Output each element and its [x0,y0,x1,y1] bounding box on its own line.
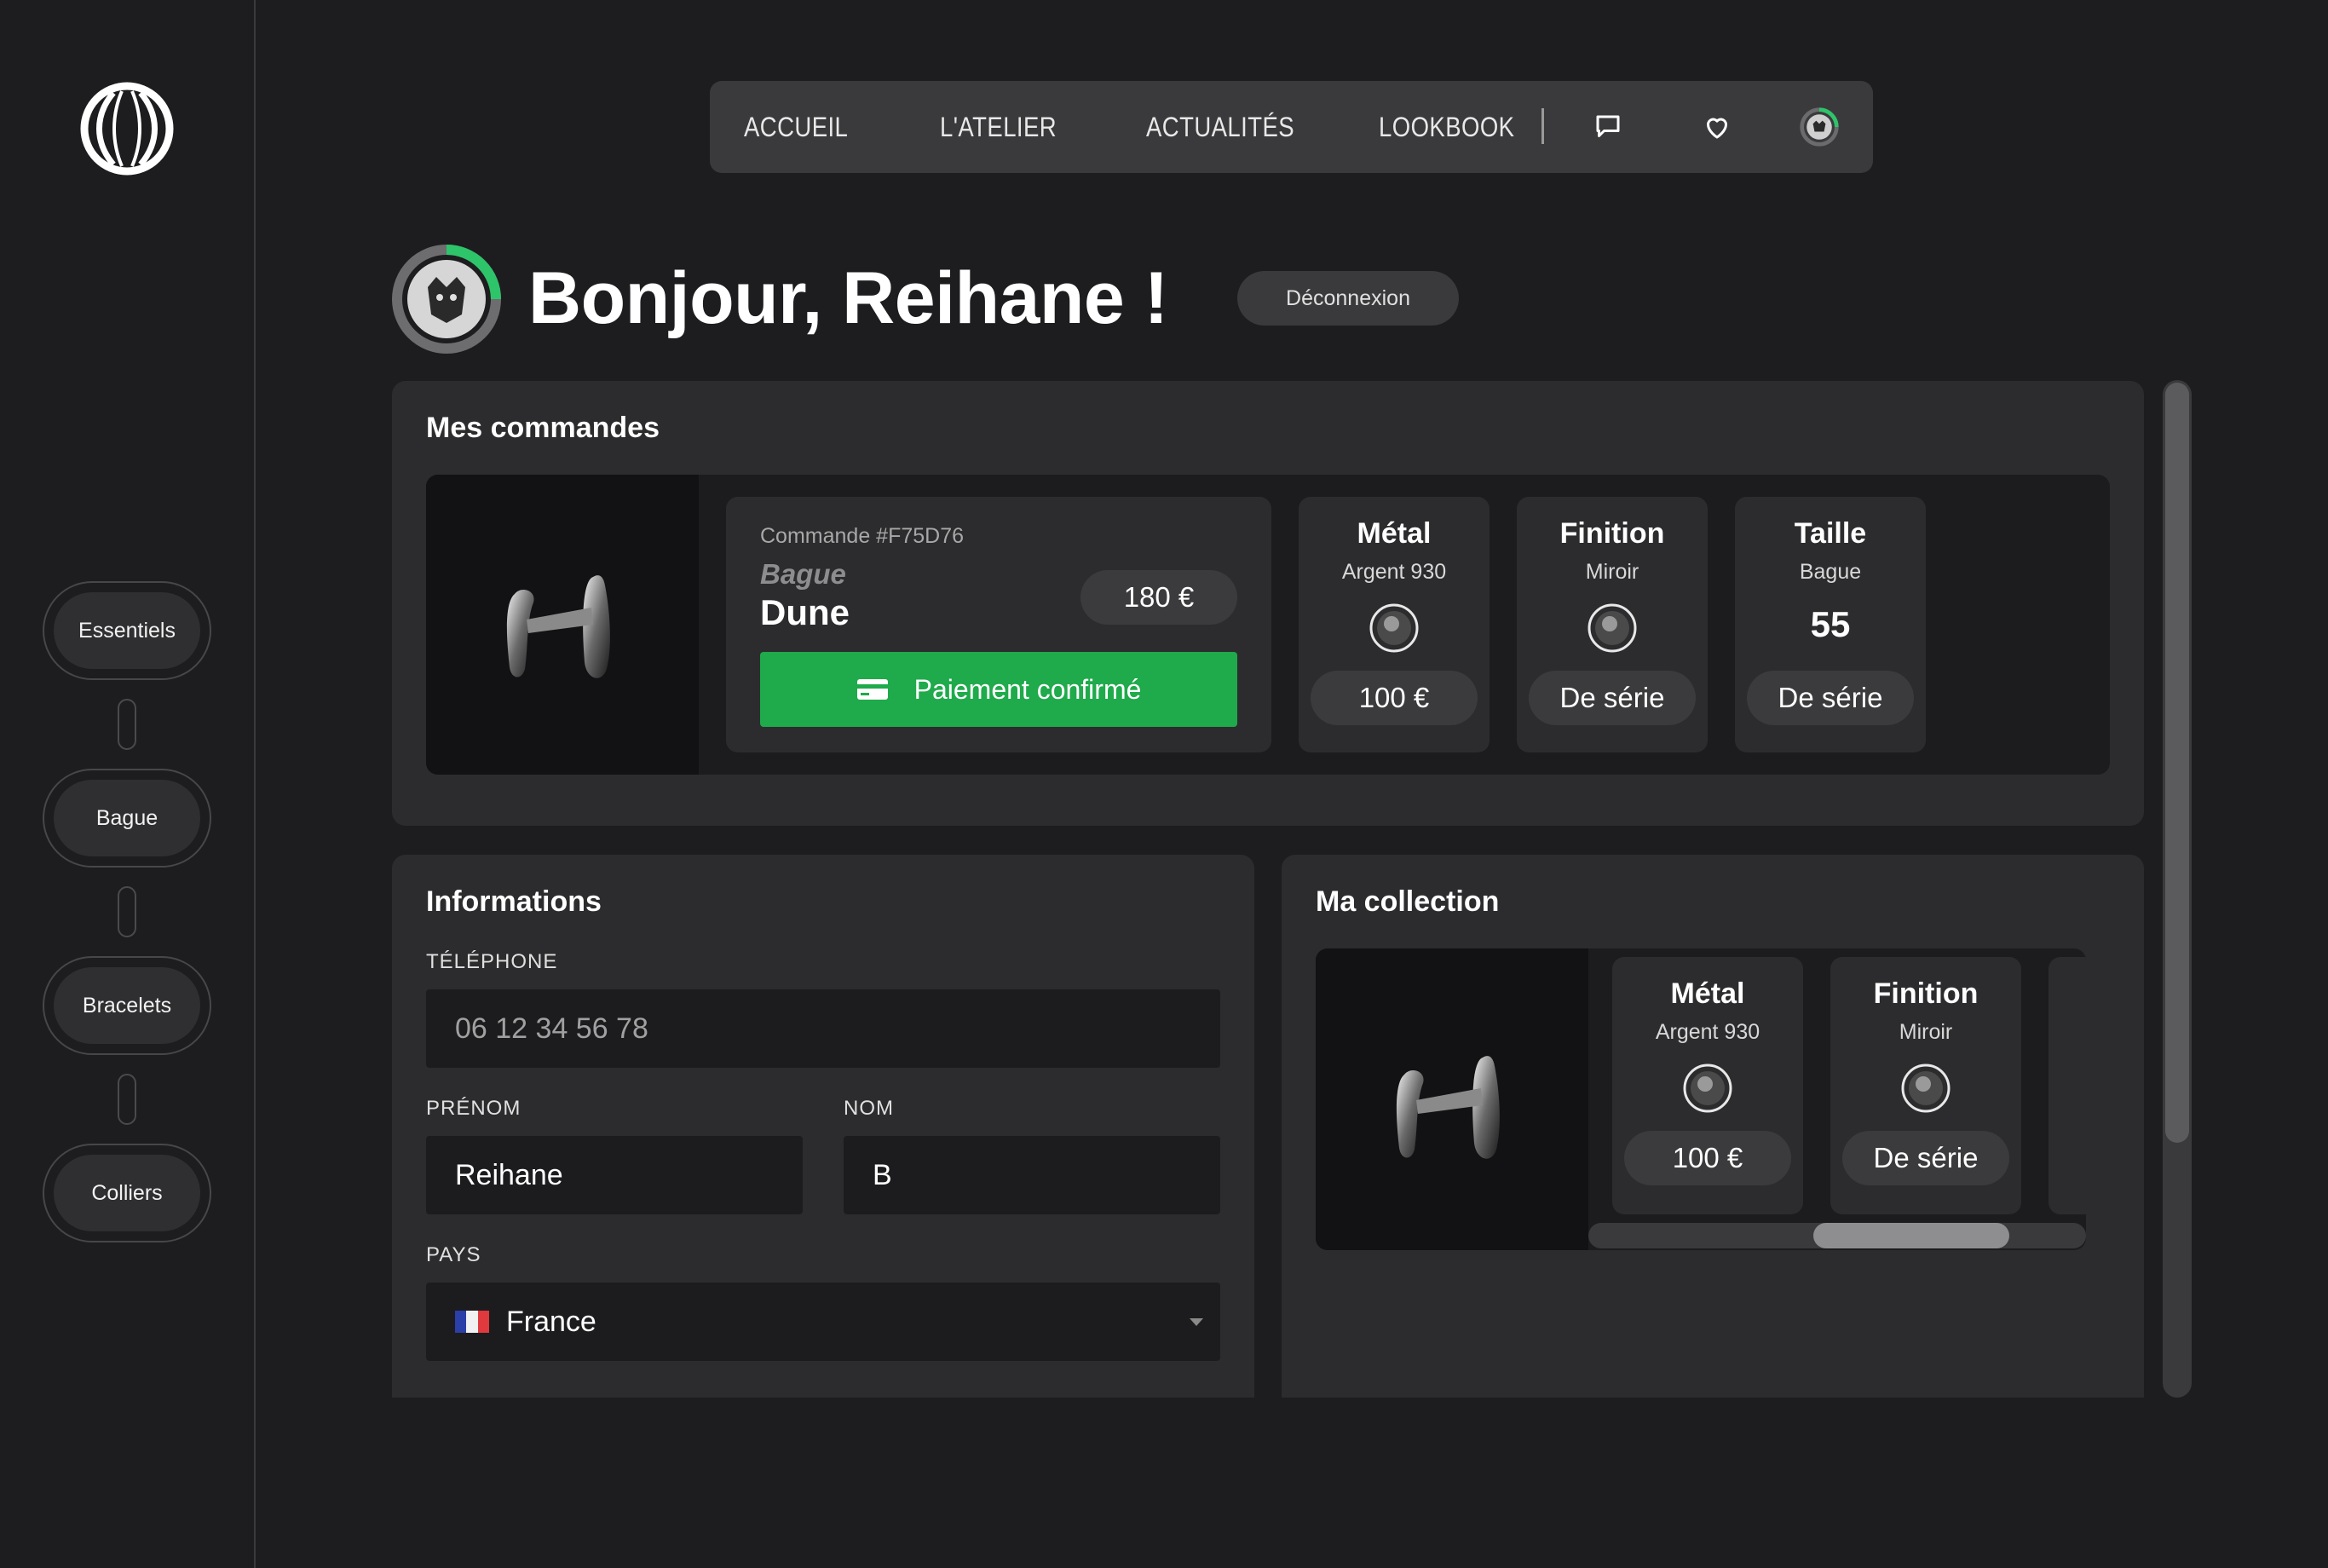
option-subtitle: Bague [1799,560,1862,584]
chevron-down-icon [1190,1318,1203,1326]
informations-panel: Informations TÉLÉPHONE 06 12 34 56 78 PR… [392,855,1254,1398]
sidebar-item-label: Colliers [54,1155,200,1231]
sidebar-item-label: Essentiels [54,592,200,669]
phone-label: TÉLÉPHONE [426,950,558,973]
nav-link-lookbook[interactable]: LOOKBOOK [1379,81,1514,173]
order-option-taille: Taille Bague 55 De série [1735,497,1926,752]
firstname-label: PRÉNOM [426,1097,521,1120]
order-product-name: Dune [760,592,850,632]
collection-product-image [1316,948,1588,1250]
nav-link-atelier[interactable]: L'ATELIER [940,81,1057,173]
sidebar-item-essentiels[interactable]: Essentiels [43,581,211,680]
option-title: Métal [1357,517,1432,550]
option-subtitle: Argent 930 [1655,1020,1760,1044]
lastname-label: NOM [844,1097,894,1120]
sidebar-item-colliers[interactable]: Colliers [43,1144,211,1242]
finish-swatch-icon [1588,603,1637,653]
sidebar-connector [118,886,136,937]
page-scrollbar-thumb[interactable] [2165,383,2189,1143]
option-price: 100 € [1311,671,1478,725]
order-category: Bague [760,558,846,590]
collection-item[interactable]: Métal Argent 930 100 € Finition Miroir D… [1316,948,2086,1250]
ring-size-value: 55 [1810,604,1851,644]
option-title: Métal [1670,977,1745,1010]
page-scrollbar[interactable] [2163,380,2192,1398]
option-subtitle: Miroir [1899,1020,1953,1044]
collection-scrollbar[interactable] [1588,1223,2086,1248]
nav-link-actualites[interactable]: ACTUALITÉS [1146,81,1294,173]
option-title: Taille [1794,517,1867,550]
avatar-icon[interactable] [1799,107,1840,147]
order-option-metal: Métal Argent 930 100 € [1299,497,1490,752]
logout-button[interactable]: Déconnexion [1237,271,1459,326]
sidebar-item-bracelets[interactable]: Bracelets [43,956,211,1055]
option-subtitle: Argent 930 [1341,560,1447,584]
sidebar-item-bague[interactable]: Bague [43,769,211,868]
top-navigation: ACCUEIL L'ATELIER ACTUALITÉS LOOKBOOK [710,81,1873,173]
sidebar-item-label: Bracelets [54,967,200,1044]
page-title: Bonjour, Reihane ! [528,257,1168,339]
collection-option-finition: Finition Miroir De série [1830,957,2021,1214]
firstname-input[interactable]: Reihane [426,1136,803,1214]
country-label: PAYS [426,1243,481,1266]
nav-link-accueil[interactable]: ACCUEIL [744,81,848,173]
chat-icon[interactable] [1588,107,1628,147]
phone-input[interactable]: 06 12 34 56 78 [426,989,1220,1068]
lastname-input[interactable]: B [844,1136,1220,1214]
sidebar-item-label: Bague [54,780,200,856]
metal-swatch-icon [1683,1064,1732,1113]
informations-title: Informations [426,885,602,918]
sidebar-connector [118,1074,136,1125]
option-title: Finition [1559,517,1665,550]
orders-title: Mes commandes [426,412,660,444]
payment-status-label: Paiement confirmé [913,673,1142,705]
collection-scrollbar-thumb[interactable] [1813,1223,2009,1248]
brand-logo[interactable] [79,81,175,176]
heart-icon[interactable] [1697,107,1737,147]
order-option-finition: Finition Miroir De série [1517,497,1708,752]
collection-option-metal: Métal Argent 930 100 € [1612,957,1803,1214]
option-price: 100 € [1624,1131,1791,1185]
user-avatar[interactable] [390,243,503,355]
option-subtitle: Miroir [1585,560,1639,584]
order-price: 180 € [1080,570,1237,625]
metal-swatch-icon [1369,603,1419,653]
credit-card-icon [856,679,888,700]
option-title: Finition [1873,977,1979,1010]
collection-panel: Ma collection Métal Argent 930 100 € Fin… [1282,855,2144,1398]
order-number: Commande #F75D76 [760,524,965,548]
sidebar: Essentiels Bague Bracelets Colliers [0,0,256,1568]
option-price: De série [1529,671,1696,725]
collection-option-partial [2049,957,2086,1214]
orders-panel: Mes commandes Commande #F75D76 Bague Dun… [392,381,2144,826]
finish-swatch-icon [1901,1064,1951,1113]
option-price: De série [1747,671,1914,725]
country-select[interactable]: France [426,1283,1220,1361]
order-row[interactable]: Commande #F75D76 Bague Dune 180 € Paieme… [426,475,2110,775]
france-flag-icon [455,1311,489,1333]
sidebar-connector [118,699,136,750]
country-value: France [506,1305,596,1338]
payment-status-button[interactable]: Paiement confirmé [760,652,1237,727]
collection-title: Ma collection [1316,885,1500,918]
order-summary-card: Commande #F75D76 Bague Dune 180 € Paieme… [726,497,1271,752]
product-image [426,475,699,775]
option-price: De série [1842,1131,2009,1185]
nav-divider [1541,108,1544,144]
